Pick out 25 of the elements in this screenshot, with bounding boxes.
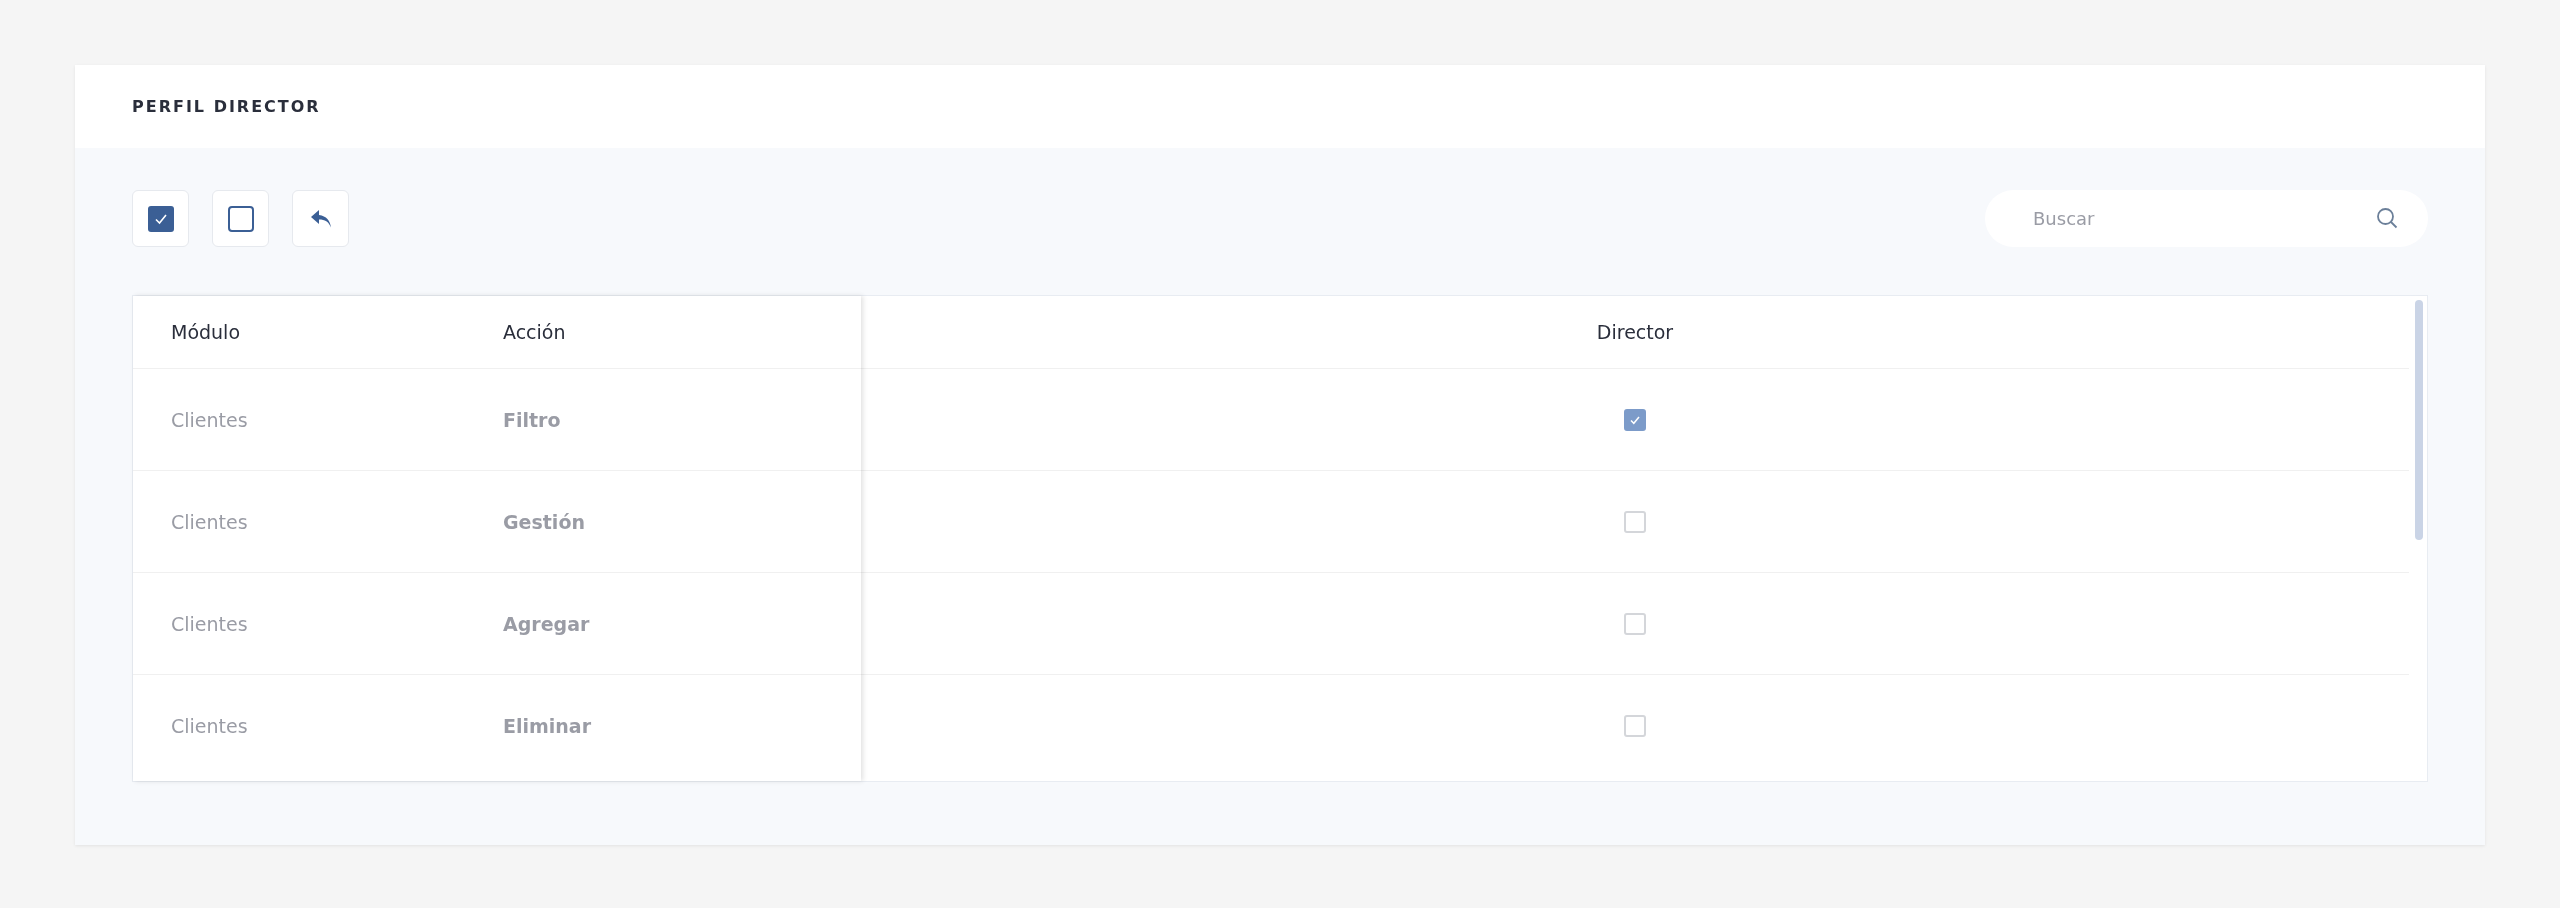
search-field[interactable]: Buscar	[1985, 190, 2428, 247]
checked-checkbox-icon	[147, 205, 174, 232]
undo-button[interactable]	[292, 190, 349, 247]
permission-checkbox[interactable]	[1624, 408, 1646, 431]
table-cell: Gestión	[503, 510, 585, 533]
select-all-button[interactable]	[132, 190, 189, 247]
column-header: Director	[1596, 321, 1674, 343]
table-cell: Agregar	[503, 612, 590, 635]
table-cell-text: Clientes	[170, 714, 249, 737]
scrollbar[interactable]	[2415, 300, 2423, 540]
table-cell: Filtro	[503, 408, 561, 431]
table-cell: Eliminar	[503, 714, 592, 737]
permission-checkbox[interactable]	[1624, 612, 1646, 635]
table-cell-text: Clientes	[170, 510, 249, 533]
search-icon	[2376, 207, 2398, 229]
deselect-all-button[interactable]	[212, 190, 269, 247]
panel-title: PERFIL DIRECTOR	[132, 97, 321, 116]
reply-arrow-icon	[309, 208, 332, 229]
empty-checkbox-icon	[227, 205, 254, 232]
table-cell-text: Clientes	[170, 612, 249, 635]
permission-checkbox[interactable]	[1624, 714, 1646, 737]
permission-checkbox[interactable]	[1624, 510, 1646, 533]
table-cell-text: Clientes	[170, 408, 249, 431]
column-header: Acción	[503, 321, 566, 343]
column-header: Módulo	[170, 321, 242, 343]
